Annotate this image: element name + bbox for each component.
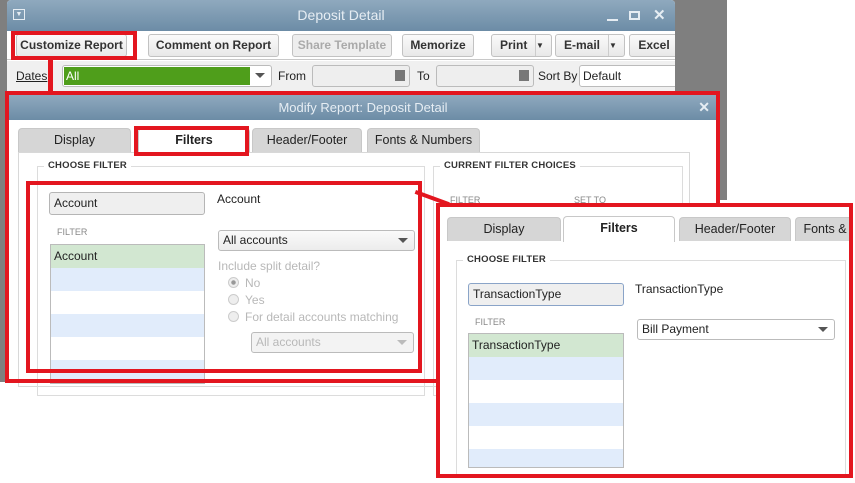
memorize-button[interactable]: Memorize bbox=[402, 34, 474, 57]
detail-select-value: All accounts bbox=[256, 335, 321, 349]
email-button[interactable]: E-mail ▼ bbox=[555, 34, 625, 57]
zoom-filter-list[interactable]: TransactionType bbox=[468, 333, 624, 468]
dates-row: Dates All From To Sort By Default bbox=[7, 61, 675, 93]
calendar-icon[interactable] bbox=[519, 70, 529, 81]
dialog-title: Modify Report: Deposit Detail bbox=[278, 100, 448, 115]
filter-list-item[interactable]: Account bbox=[51, 245, 204, 268]
print-label: Print bbox=[500, 38, 528, 52]
zoom-selected-filter-name: TransactionType bbox=[635, 282, 724, 296]
choose-filter-group: CHOOSE FILTER Account FILTER Account Acc… bbox=[37, 160, 425, 396]
maximize-icon[interactable] bbox=[629, 11, 640, 20]
highlight-connector bbox=[48, 60, 53, 92]
detail-accounts-select[interactable]: All accounts bbox=[251, 332, 414, 353]
window-title: Deposit Detail bbox=[297, 7, 385, 23]
account-select-value: All accounts bbox=[223, 233, 288, 247]
window-titlebar: ▼ Deposit Detail ✕ bbox=[7, 0, 675, 31]
minimize-icon[interactable] bbox=[607, 19, 618, 21]
radio-no-label: No bbox=[245, 276, 261, 290]
calendar-icon[interactable] bbox=[395, 70, 405, 81]
print-button[interactable]: Print ▼ bbox=[491, 34, 552, 57]
current-filter-choices-title: CURRENT FILTER CHOICES bbox=[440, 160, 580, 171]
zoom-choose-filter-group: CHOOSE FILTER TransactionType FILTER Tra… bbox=[456, 254, 846, 478]
dialog-titlebar: Modify Report: Deposit Detail ✕ bbox=[8, 95, 718, 120]
radio-no[interactable] bbox=[228, 277, 239, 288]
radio-yes[interactable] bbox=[228, 294, 239, 305]
tab-display[interactable]: Display bbox=[18, 128, 131, 152]
zoom-tab-header-footer[interactable]: Header/Footer bbox=[679, 217, 791, 241]
excel-button[interactable]: Excel bbox=[629, 34, 675, 57]
window-menu-icon[interactable]: ▼ bbox=[13, 9, 25, 20]
zoom-filter-list-header: FILTER bbox=[475, 317, 506, 327]
dates-value: All bbox=[64, 67, 250, 85]
filter-search-input[interactable]: Account bbox=[49, 192, 205, 215]
tab-fonts-numbers[interactable]: Fonts & Numbers bbox=[367, 128, 480, 152]
sort-by-label: Sort By bbox=[538, 69, 578, 83]
chevron-down-icon bbox=[255, 73, 265, 78]
report-toolbar: Customize Report Comment on Report Share… bbox=[7, 31, 675, 60]
dialog-close-icon[interactable]: ✕ bbox=[698, 95, 710, 120]
zoom-tab-fonts[interactable]: Fonts & bbox=[795, 217, 853, 241]
split-detail-label: Include split detail? bbox=[218, 259, 321, 273]
dates-label: Dates bbox=[16, 69, 48, 83]
choose-filter-title: CHOOSE FILTER bbox=[44, 160, 131, 171]
to-label: To bbox=[417, 69, 430, 83]
filter-list[interactable]: Account bbox=[50, 244, 205, 384]
from-label: From bbox=[278, 69, 306, 83]
share-template-button[interactable]: Share Template bbox=[292, 34, 392, 57]
dates-select[interactable]: All bbox=[62, 65, 272, 87]
zoom-tab-filters[interactable]: Filters bbox=[563, 216, 675, 242]
tab-header-footer[interactable]: Header/Footer bbox=[252, 128, 362, 152]
transaction-type-select[interactable]: Bill Payment bbox=[637, 319, 835, 340]
print-dropdown-icon[interactable]: ▼ bbox=[535, 35, 551, 56]
email-dropdown-icon[interactable]: ▼ bbox=[608, 35, 624, 56]
comment-on-report-button[interactable]: Comment on Report bbox=[148, 34, 279, 57]
zoom-filter-list-item[interactable]: TransactionType bbox=[469, 334, 623, 357]
tab-filters[interactable]: Filters bbox=[138, 128, 250, 152]
selected-filter-name: Account bbox=[217, 192, 261, 206]
from-date-input[interactable] bbox=[312, 65, 410, 87]
filter-list-header: FILTER bbox=[57, 227, 88, 237]
chevron-down-icon bbox=[397, 340, 407, 345]
transaction-type-value: Bill Payment bbox=[642, 322, 709, 336]
zoom-choose-filter-title: CHOOSE FILTER bbox=[463, 254, 550, 265]
account-select[interactable]: All accounts bbox=[218, 230, 415, 251]
close-icon[interactable]: ✕ bbox=[653, 0, 666, 31]
chevron-down-icon bbox=[398, 238, 408, 243]
sort-by-select[interactable]: Default bbox=[579, 65, 675, 87]
radio-yes-label: Yes bbox=[245, 293, 265, 307]
chevron-down-icon bbox=[818, 327, 828, 332]
customize-report-button[interactable]: Customize Report bbox=[16, 34, 127, 57]
zoomed-filters-panel: Display Filters Header/Footer Fonts & CH… bbox=[437, 203, 853, 478]
radio-detail-matching[interactable] bbox=[228, 311, 239, 322]
radio-detail-label: For detail accounts matching bbox=[245, 310, 399, 324]
email-label: E-mail bbox=[564, 38, 601, 52]
zoom-filter-search-input[interactable]: TransactionType bbox=[468, 283, 624, 306]
zoom-tab-display[interactable]: Display bbox=[447, 217, 561, 241]
to-date-input[interactable] bbox=[436, 65, 534, 87]
